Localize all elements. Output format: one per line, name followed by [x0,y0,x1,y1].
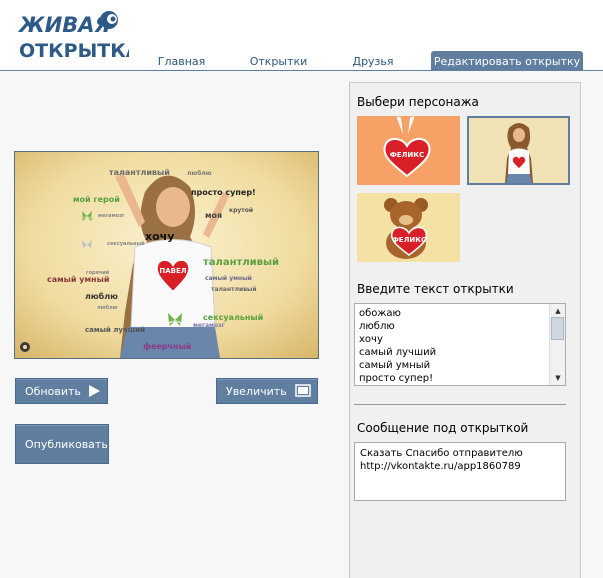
scrollbar[interactable]: ▲ ▼ [549,304,565,385]
fullscreen-icon [295,384,311,397]
svg-text:ФЕЛИКС: ФЕЛИКС [390,151,424,159]
word-tag: мегамозг [193,322,225,329]
word-tag: просто супер! [191,188,256,197]
message-title: Сообщение под открыткой [357,421,529,435]
word-tag: талантливый [211,286,257,293]
word-tag: люблю [97,304,118,311]
choose-character-title: Выбери персонажа [357,95,479,109]
enlarge-button[interactable]: Увеличить [216,378,318,404]
word-tag: горячий [86,269,110,276]
divider [354,404,566,405]
logo[interactable]: ЖИВАЯ ОТКРЫТКА [17,6,129,62]
word-tag: сексуальный [203,313,263,322]
word-tag: моя [205,211,222,220]
card-text-title: Введите текст открытки [357,282,514,296]
word-tag: мегамозг [98,213,125,219]
tab-home[interactable]: Главная [155,51,208,71]
word-tag: люблю [85,291,118,301]
card-preview: ПАВЕЛ талантливый люблю мой герой просто… [14,151,319,359]
word-tag: самый умный [205,275,252,282]
refresh-button[interactable]: Обновить [15,378,108,404]
message-input[interactable]: Сказать Спасибо отправителю http://vkont… [354,442,566,501]
play-icon [89,385,100,397]
tab-cards[interactable]: Открытки [249,51,308,71]
logo-line2: ОТКРЫТКА [19,40,129,62]
enlarge-label: Увеличить [226,384,287,398]
scroll-down-icon[interactable]: ▼ [552,372,564,384]
word-tag: феерчный [143,342,191,351]
scroll-thumb[interactable] [551,317,564,340]
word-tag: люблю [187,170,212,177]
character-thumb-girl[interactable] [467,116,570,185]
card-preview-image: ПАВЕЛ талантливый люблю мой герой просто… [15,152,318,358]
card-text-line: хочу [359,334,383,345]
header: ЖИВАЯ ОТКРЫТКА Главная Открытки Друзья Р… [0,0,603,71]
refresh-label: Обновить [25,384,81,398]
word-tag: талантливый [109,168,170,177]
tab-edit-card[interactable]: Редактировать открытку [431,51,583,71]
word-tag: самый умный [47,275,109,284]
message-line: Сказать Спасибо отправителю [360,448,523,459]
scroll-up-icon[interactable]: ▲ [552,305,564,317]
girl-face [156,187,190,227]
word-tag: талантливый [203,257,279,268]
word-tag: крутой [229,207,253,214]
card-text-input[interactable]: обожаю люблю хочу самый лучший самый умн… [354,303,566,386]
card-text-line: люблю [359,321,395,332]
tab-friends[interactable]: Друзья [350,51,396,71]
character-thumb-bunny[interactable]: ФЕЛИКС [357,116,460,185]
heart-name: ПАВЕЛ [159,267,186,275]
logo-line1: ЖИВАЯ [17,13,111,37]
editor-sidebar: Выбери персонажа ФЕЛИКС ФЕЛИКС Введите т… [349,82,581,578]
card-text-line: обожаю [359,308,401,319]
card-text-line: просто супер! [359,373,434,384]
publish-label: Опубликовать [25,437,108,451]
publish-button[interactable]: Опубликовать [15,424,109,464]
word-tag: сексуальный [107,240,145,247]
svg-text:ФЕЛИКС: ФЕЛИКС [392,236,426,244]
word-tag: мой герой [73,195,120,204]
word-tag: хочу [145,230,174,243]
message-line: http://vkontakte.ru/app1860789 [360,461,521,472]
card-text-line: самый лучший [359,347,437,358]
character-thumb-bear[interactable]: ФЕЛИКС [357,193,460,262]
card-text-line: самый умный [359,360,431,371]
word-tag: самый лучший [85,326,145,334]
